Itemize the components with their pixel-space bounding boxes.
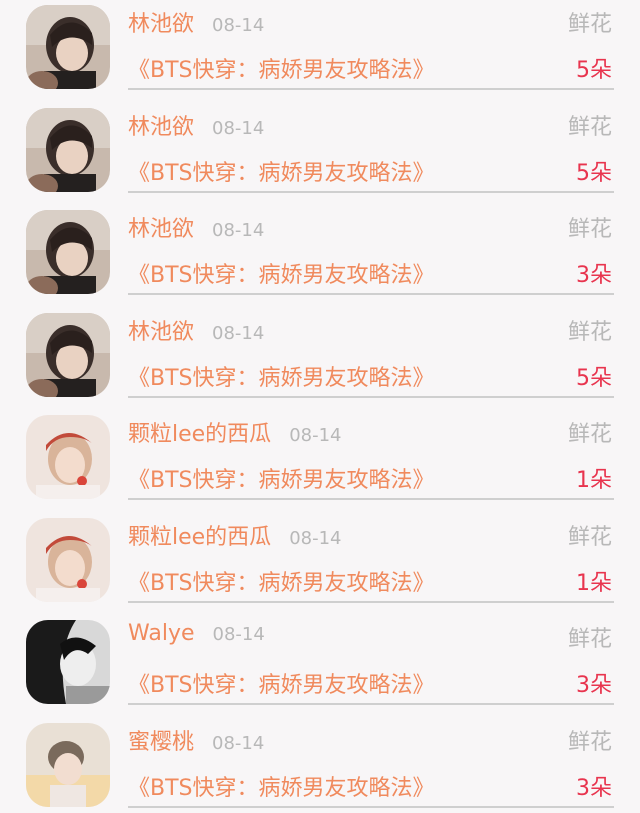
gift-date: 08-14 (212, 15, 265, 36)
user-name[interactable]: 蜜樱桃 (128, 724, 194, 756)
book-title[interactable]: 《BTS快穿：病娇男友攻略法》 (128, 257, 435, 289)
avatar-1-image (26, 5, 110, 89)
list-item[interactable]: 林池欲 08-14 鲜花 《BTS快穿：病娇男友攻略法》 5朵 (0, 308, 640, 411)
gift-type: 鲜花 (567, 729, 612, 755)
list-item[interactable]: 蜜樱桃 08-14 鲜花 《BTS快穿：病娇男友攻略法》 3朵 (0, 718, 640, 813)
user-avatar[interactable] (26, 517, 110, 602)
gift-type: 鲜花 (567, 114, 612, 140)
avatar-1-image (26, 107, 110, 192)
user-avatar[interactable] (26, 5, 110, 89)
divider (128, 88, 614, 90)
user-name-line: 林池欲 08-14 (128, 211, 264, 243)
list-item[interactable]: 林池欲 08-14 鲜花 《BTS快穿：病娇男友攻略法》 5朵 (0, 103, 640, 206)
user-name-line: 林池欲 08-14 (128, 109, 264, 141)
gift-type: 鲜花 (567, 627, 612, 652)
divider (128, 703, 614, 705)
divider (128, 190, 614, 193)
user-avatar[interactable] (26, 620, 110, 704)
book-title[interactable]: 《BTS快穿：病娇男友攻略法》 (128, 770, 435, 802)
avatar-2-image (26, 517, 110, 602)
user-name[interactable]: 林池欲 (128, 109, 194, 141)
gift-record-list: 林池欲 08-14 鲜花 《BTS快穿：病娇男友攻略法》 5朵 林池欲 08-1… (0, 0, 640, 813)
list-item[interactable]: 林池欲 08-14 鲜花 《BTS快穿：病娇男友攻略法》 5朵 (0, 0, 640, 103)
user-name[interactable]: 颗粒lee的西瓜 (128, 519, 271, 551)
list-item[interactable]: Walye 08-14 鲜花 《BTS快穿：病娇男友攻略法》 3朵 (0, 615, 640, 718)
gift-amount: 5朵 (576, 160, 612, 186)
user-name-line: 颗粒lee的西瓜 08-14 (128, 519, 342, 551)
avatar-1-image (26, 312, 110, 397)
user-name-line: 林池欲 08-14 (128, 6, 264, 38)
user-name-line: Walye 08-14 (128, 621, 265, 646)
list-item[interactable]: 林池欲 08-14 鲜花 《BTS快穿：病娇男友攻略法》 3朵 (0, 205, 640, 308)
gift-amount: 3朵 (576, 263, 612, 288)
avatar-3-image (26, 620, 110, 704)
divider (128, 805, 614, 808)
gift-amount: 3朵 (576, 775, 612, 801)
book-title[interactable]: 《BTS快穿：病娇男友攻略法》 (128, 155, 435, 187)
gift-type: 鲜花 (567, 12, 612, 37)
book-title[interactable]: 《BTS快穿：病娇男友攻略法》 (128, 360, 435, 392)
user-avatar[interactable] (26, 210, 110, 294)
book-title[interactable]: 《BTS快穿：病娇男友攻略法》 (128, 52, 435, 84)
user-name-line: 颗粒lee的西瓜 08-14 (128, 416, 342, 448)
gift-date: 08-14 (212, 220, 265, 241)
gift-date: 08-14 (289, 527, 342, 549)
gift-date: 08-14 (212, 624, 265, 645)
divider (128, 395, 614, 398)
list-item[interactable]: 颗粒lee的西瓜 08-14 鲜花 《BTS快穿：病娇男友攻略法》 1朵 (0, 513, 640, 616)
avatar-2-image (26, 415, 110, 499)
gift-type: 鲜花 (567, 524, 612, 550)
gift-type: 鲜花 (567, 319, 612, 345)
user-name[interactable]: 颗粒lee的西瓜 (128, 416, 271, 448)
user-name[interactable]: 林池欲 (128, 6, 194, 38)
book-title[interactable]: 《BTS快穿：病娇男友攻略法》 (128, 667, 435, 699)
divider (128, 293, 614, 295)
user-avatar[interactable] (26, 312, 110, 397)
user-avatar[interactable] (26, 722, 110, 807)
gift-date: 08-14 (212, 322, 265, 344)
gift-type: 鲜花 (567, 422, 612, 447)
gift-date: 08-14 (289, 425, 342, 446)
gift-amount: 5朵 (576, 365, 612, 391)
gift-type: 鲜花 (567, 217, 612, 242)
user-name[interactable]: Walye (128, 621, 195, 646)
divider (128, 600, 614, 603)
user-avatar[interactable] (26, 107, 110, 192)
avatar-4-image (26, 722, 110, 807)
user-name[interactable]: 林池欲 (128, 314, 194, 346)
user-name-line: 林池欲 08-14 (128, 314, 264, 346)
book-title[interactable]: 《BTS快穿：病娇男友攻略法》 (128, 565, 435, 597)
user-name-line: 蜜樱桃 08-14 (128, 724, 264, 756)
gift-amount: 3朵 (576, 673, 612, 698)
gift-amount: 1朵 (576, 570, 612, 596)
avatar-1-image (26, 210, 110, 294)
list-item[interactable]: 颗粒lee的西瓜 08-14 鲜花 《BTS快穿：病娇男友攻略法》 1朵 (0, 410, 640, 513)
book-title[interactable]: 《BTS快穿：病娇男友攻略法》 (128, 462, 435, 494)
user-name[interactable]: 林池欲 (128, 211, 194, 243)
divider (128, 498, 614, 500)
user-avatar[interactable] (26, 415, 110, 499)
gift-amount: 5朵 (576, 58, 612, 83)
gift-date: 08-14 (212, 732, 265, 754)
gift-date: 08-14 (212, 117, 265, 139)
gift-amount: 1朵 (576, 468, 612, 493)
